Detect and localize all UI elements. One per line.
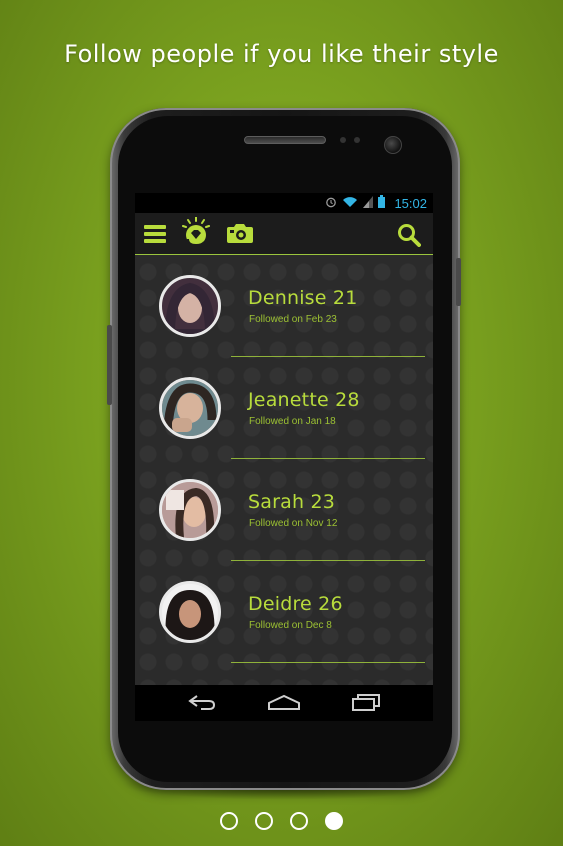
battery-icon bbox=[378, 195, 386, 211]
alarm-icon bbox=[325, 196, 337, 211]
list-item[interactable]: Deidre 26 Followed on Dec 8 bbox=[135, 561, 433, 663]
front-camera bbox=[384, 136, 402, 154]
page-dot-active[interactable] bbox=[325, 812, 343, 830]
recents-icon[interactable] bbox=[351, 693, 381, 715]
avatar[interactable] bbox=[159, 581, 221, 643]
power-button bbox=[456, 258, 461, 306]
onboarding-headline: Follow people if you like their style bbox=[64, 40, 499, 68]
signal-icon bbox=[363, 195, 374, 211]
earpiece-speaker bbox=[244, 136, 326, 144]
followed-date: Followed on Nov 12 bbox=[249, 518, 338, 529]
followed-date: Followed on Jan 18 bbox=[249, 416, 336, 427]
list-item[interactable]: Sarah 23 Followed on Nov 12 bbox=[135, 459, 433, 561]
list-item[interactable]: Dennise 21 Followed on Feb 23 bbox=[135, 255, 433, 357]
system-nav-bar bbox=[135, 685, 433, 721]
divider bbox=[231, 662, 425, 663]
page-indicator bbox=[0, 812, 563, 830]
status-time: 15:02 bbox=[394, 195, 427, 211]
page-dot[interactable] bbox=[290, 812, 308, 830]
page-dot[interactable] bbox=[255, 812, 273, 830]
list-item[interactable]: Jeanette 28 Followed on Jan 18 bbox=[135, 357, 433, 459]
back-icon[interactable] bbox=[187, 693, 217, 715]
page-dot[interactable] bbox=[220, 812, 238, 830]
search-icon[interactable] bbox=[397, 223, 421, 251]
diamond-bulb-logo-icon[interactable] bbox=[182, 216, 210, 251]
avatar[interactable] bbox=[159, 275, 221, 337]
phone-screen: 15:02 Dennise 21 Followed on Feb 23 Jean… bbox=[135, 193, 433, 685]
sensor-dot bbox=[354, 137, 360, 143]
person-name: Sarah 23 bbox=[248, 491, 336, 513]
followed-list: Dennise 21 Followed on Feb 23 Jeanette 2… bbox=[135, 255, 433, 685]
camera-icon[interactable] bbox=[226, 222, 254, 248]
sensor-dot bbox=[340, 137, 346, 143]
app-bar bbox=[135, 213, 433, 255]
avatar[interactable] bbox=[159, 479, 221, 541]
menu-icon[interactable] bbox=[144, 225, 166, 247]
volume-button bbox=[107, 325, 112, 405]
home-icon[interactable] bbox=[267, 693, 301, 715]
person-name: Dennise 21 bbox=[248, 287, 358, 309]
followed-date: Followed on Feb 23 bbox=[249, 314, 337, 325]
followed-date: Followed on Dec 8 bbox=[249, 620, 332, 631]
status-bar: 15:02 bbox=[135, 193, 433, 213]
wifi-icon bbox=[342, 196, 358, 211]
avatar[interactable] bbox=[159, 377, 221, 439]
person-name: Jeanette 28 bbox=[248, 389, 360, 411]
person-name: Deidre 26 bbox=[248, 593, 343, 615]
